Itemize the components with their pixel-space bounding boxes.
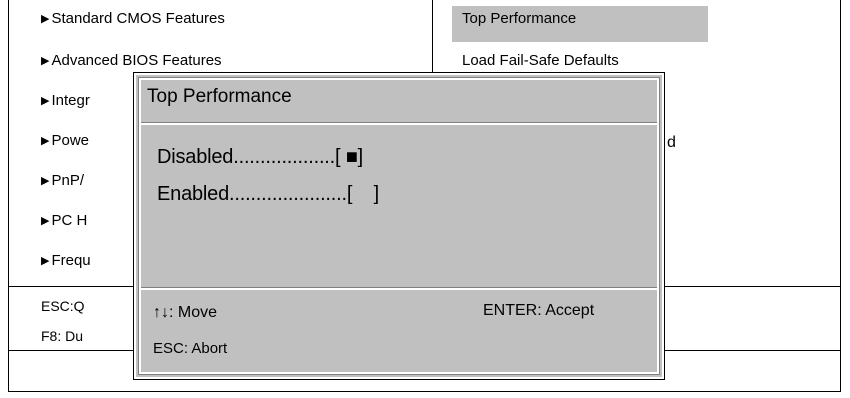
arrow-right-icon: ▶ — [41, 95, 50, 107]
hint-esc: ESC:Q — [41, 298, 85, 314]
option-radio: [ ] — [346, 183, 379, 205]
hint-f8: F8: Du — [41, 328, 84, 344]
menu-item-label: Advanced BIOS Features — [51, 52, 222, 69]
menu-item-frequency[interactable]: ▶ Frequ — [41, 252, 91, 269]
hint-move: ↑↓: Move — [153, 304, 218, 321]
arrow-right-icon: ▶ — [41, 215, 50, 227]
dialog-title-separator — [141, 122, 657, 125]
dialog-title: Top Performance — [147, 86, 292, 107]
menu-item-integrated[interactable]: ▶ Integr — [41, 92, 90, 109]
option-dots: ...................... — [229, 183, 347, 205]
menu-item-advanced-bios[interactable]: ▶ Advanced BIOS Features — [41, 52, 222, 69]
menu-item-label: Standard CMOS Features — [51, 10, 225, 27]
menu-item-label: PC H — [51, 212, 88, 229]
menu-item-label: Frequ — [51, 252, 91, 269]
menu-item-load-fail-safe[interactable]: Load Fail-Safe Defaults — [462, 52, 619, 69]
arrow-right-icon: ▶ — [41, 175, 50, 187]
menu-item-pc-health[interactable]: ▶ PC H — [41, 212, 87, 229]
menu-item-pnp[interactable]: ▶ PnP/ — [41, 172, 84, 189]
arrow-right-icon: ▶ — [41, 55, 50, 67]
arrow-right-icon: ▶ — [41, 13, 50, 25]
dialog-footer-separator — [141, 287, 657, 290]
menu-item-label: PnP/ — [51, 172, 84, 189]
arrow-right-icon: ▶ — [41, 135, 50, 147]
option-label: Disabled — [157, 146, 234, 168]
arrow-right-icon: ▶ — [41, 255, 50, 267]
option-label: Enabled — [157, 183, 229, 205]
menu-item-label: Powe — [51, 132, 89, 149]
menu-item-label: Integr — [51, 92, 90, 109]
menu-item-partial-d[interactable]: d — [667, 134, 676, 152]
option-dots: ................... — [233, 146, 336, 168]
option-disabled[interactable]: Disabled...................[ ■] — [157, 146, 363, 169]
hint-accept: ENTER: Accept — [483, 302, 595, 319]
top-performance-dialog: Top Performance Disabled................… — [133, 72, 665, 380]
menu-item-power[interactable]: ▶ Powe — [41, 132, 89, 149]
hint-abort: ESC: Abort — [153, 340, 228, 357]
menu-item-top-performance[interactable]: Top Performance — [462, 10, 576, 27]
option-enabled[interactable]: Enabled......................[ ] — [157, 183, 379, 206]
menu-item-standard-cmos[interactable]: ▶ Standard CMOS Features — [41, 10, 225, 27]
dialog-inner-frame: Top Performance Disabled................… — [138, 77, 660, 375]
option-radio: [ ■] — [335, 146, 363, 168]
